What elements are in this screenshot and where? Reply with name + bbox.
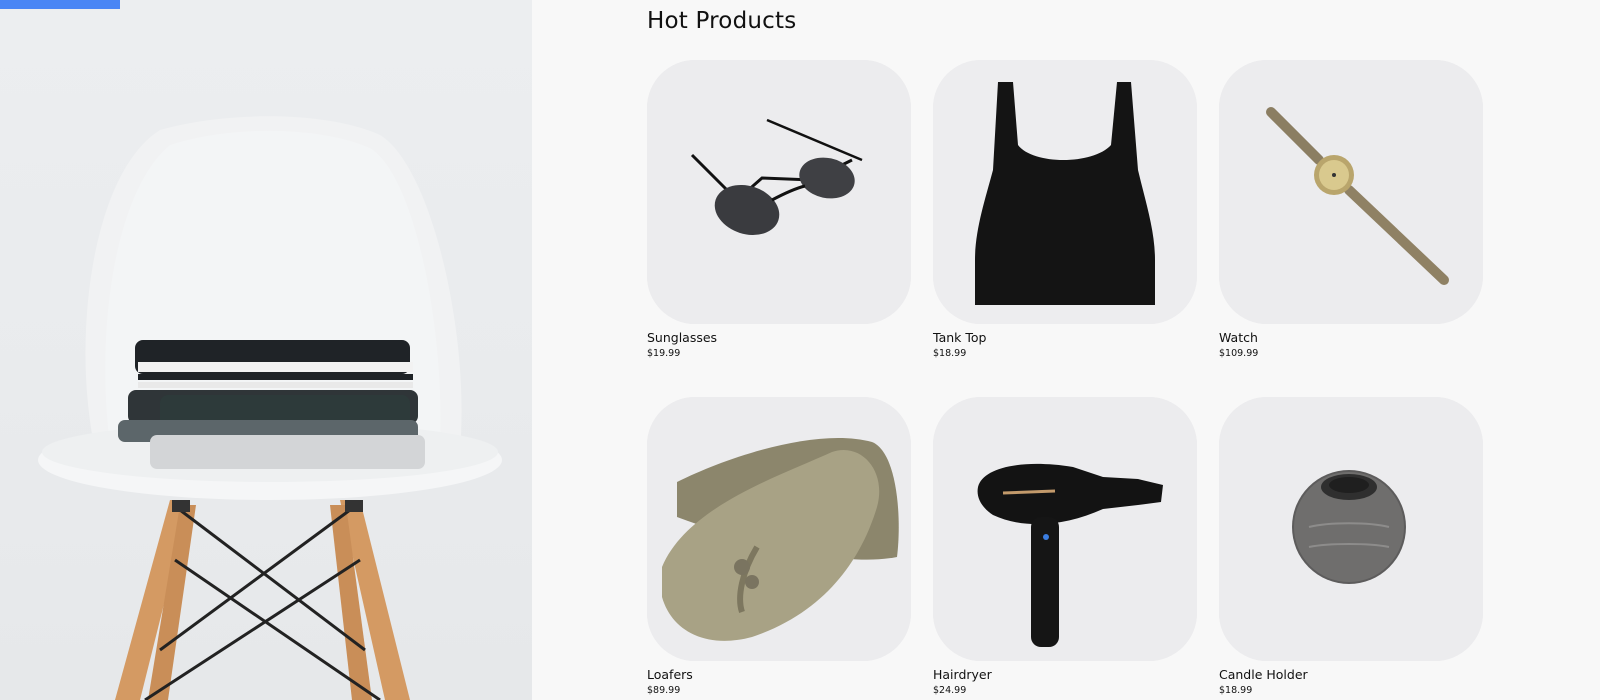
- product-name[interactable]: Loafers: [647, 667, 911, 682]
- loafers-image: [647, 397, 911, 661]
- product-card-watch[interactable]: Watch $109.99: [1219, 60, 1483, 359]
- product-name[interactable]: Tank Top: [933, 330, 1197, 345]
- watch-image: [1219, 60, 1483, 324]
- product-price: $18.99: [933, 348, 967, 359]
- product-card-candle-holder[interactable]: Candle Holder $18.99: [1219, 397, 1483, 696]
- product-card-hairdryer[interactable]: Hairdryer $24.99: [933, 397, 1197, 696]
- product-thumbnail[interactable]: [933, 397, 1197, 661]
- product-thumbnail[interactable]: [647, 397, 911, 661]
- section-title: Hot Products: [647, 8, 797, 34]
- product-thumbnail[interactable]: [1219, 60, 1483, 324]
- sunglasses-image: [647, 60, 911, 324]
- product-thumbnail[interactable]: [1219, 397, 1483, 661]
- product-card-tank-top[interactable]: Tank Top $18.99: [933, 60, 1197, 359]
- product-price: $18.99: [1219, 685, 1253, 696]
- product-name[interactable]: Sunglasses: [647, 330, 911, 345]
- hairdryer-image: [933, 397, 1197, 661]
- product-price: $24.99: [933, 685, 967, 696]
- product-name[interactable]: Hairdryer: [933, 667, 1197, 682]
- tank-top-image: [933, 60, 1197, 324]
- product-price: $89.99: [647, 685, 681, 696]
- product-price: $109.99: [1219, 348, 1259, 359]
- product-name[interactable]: Watch: [1219, 330, 1483, 345]
- product-thumbnail[interactable]: [647, 60, 911, 324]
- products-section: Hot Products Sunglasses $19.99 Tank Top …: [532, 0, 1600, 700]
- hero-image-panel: [0, 0, 532, 700]
- product-thumbnail[interactable]: [933, 60, 1197, 324]
- product-card-sunglasses[interactable]: Sunglasses $19.99: [647, 60, 911, 359]
- product-price: $19.99: [647, 348, 681, 359]
- chair-with-clothes-image: [38, 116, 502, 700]
- candle-holder-image: [1219, 397, 1483, 661]
- product-name[interactable]: Candle Holder: [1219, 667, 1483, 682]
- product-card-loafers[interactable]: Loafers $89.99: [647, 397, 911, 696]
